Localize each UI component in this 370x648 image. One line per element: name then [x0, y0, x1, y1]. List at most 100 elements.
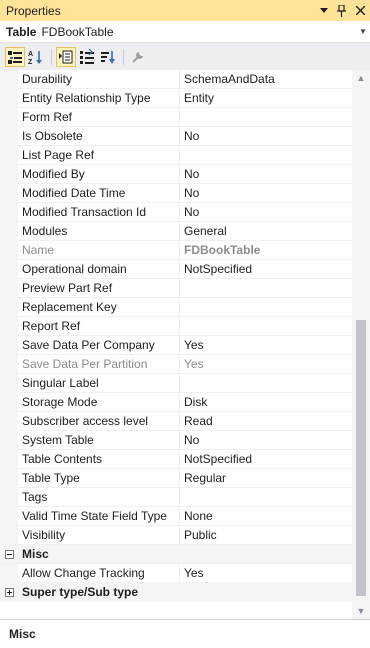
property-row[interactable]: Replacement Key [0, 297, 352, 317]
property-value[interactable] [180, 279, 352, 298]
property-pages-icon[interactable] [128, 47, 148, 67]
property-value[interactable]: Public [180, 526, 352, 545]
scroll-down-arrow-icon[interactable]: ▼ [352, 603, 370, 619]
row-margin [0, 183, 18, 203]
property-row[interactable]: Singular Label [0, 373, 352, 393]
property-value[interactable]: Yes [180, 336, 352, 355]
property-row[interactable]: Save Data Per Partition Yes [0, 354, 352, 374]
property-value[interactable]: Yes [180, 355, 352, 374]
property-value[interactable]: Regular [180, 469, 352, 488]
property-row[interactable]: Operational domain NotSpecified [0, 259, 352, 279]
property-row[interactable]: Entity Relationship Type Entity [0, 88, 352, 108]
row-margin [0, 240, 18, 260]
property-value[interactable] [180, 146, 352, 165]
property-value[interactable]: General [180, 222, 352, 241]
property-value[interactable]: Read [180, 412, 352, 431]
property-row[interactable]: Storage Mode Disk [0, 392, 352, 412]
categorized-icon[interactable] [5, 46, 25, 67]
property-name: Durability [18, 70, 180, 89]
sort-icon[interactable] [98, 47, 118, 67]
property-row[interactable]: Modules General [0, 221, 352, 241]
property-value[interactable]: No [180, 165, 352, 184]
property-value[interactable]: No [180, 431, 352, 450]
property-name: Is Obsolete [18, 126, 180, 146]
property-rows: Durability SchemaAndData Entity Relationsh… [0, 70, 352, 545]
property-value[interactable]: Yes [180, 564, 352, 583]
property-value[interactable] [180, 488, 352, 507]
chevron-down-icon[interactable]: ▼ [356, 27, 370, 36]
property-row[interactable]: Modified Transaction Id No [0, 202, 352, 222]
row-margin [0, 70, 18, 89]
row-margin [0, 563, 18, 583]
category-misc[interactable]: Misc [0, 545, 352, 564]
row-margin [0, 126, 18, 146]
property-row[interactable]: Subscriber access level Read [0, 411, 352, 431]
object-selector[interactable]: Table FDBookTable ▼ [0, 21, 370, 43]
property-row[interactable]: Allow Change Tracking Yes [0, 563, 352, 583]
property-value[interactable] [180, 317, 352, 336]
scroll-up-arrow-icon[interactable]: ▲ [352, 70, 370, 86]
property-row[interactable]: Report Ref [0, 316, 352, 336]
property-name: Preview Part Ref [18, 278, 180, 298]
property-value[interactable]: NotSpecified [180, 450, 352, 469]
row-margin [0, 525, 18, 545]
property-value[interactable]: NotSpecified [180, 260, 352, 279]
expand-icon[interactable] [0, 587, 18, 597]
properties-icon[interactable] [56, 46, 76, 67]
property-value[interactable]: No [180, 127, 352, 146]
property-row[interactable]: Table Contents NotSpecified [0, 449, 352, 469]
row-margin [0, 449, 18, 469]
property-row[interactable]: Tags [0, 487, 352, 507]
row-margin [0, 221, 18, 241]
property-row[interactable]: Preview Part Ref [0, 278, 352, 298]
svg-text:A: A [28, 51, 33, 58]
property-row[interactable]: Modified Date Time No [0, 183, 352, 203]
property-name: Storage Mode [18, 392, 180, 412]
alphabetical-icon[interactable]: A Z [26, 47, 46, 67]
property-name: List Page Ref [18, 145, 180, 165]
property-value[interactable]: No [180, 184, 352, 203]
property-name: Operational domain [18, 259, 180, 279]
property-name: Modified Date Time [18, 183, 180, 203]
row-margin [0, 107, 18, 127]
property-value[interactable]: None [180, 507, 352, 526]
property-grid: Durability SchemaAndData Entity Relationsh… [0, 70, 352, 619]
property-name: Report Ref [18, 316, 180, 336]
property-name: Singular Label [18, 373, 180, 393]
scrollbar-thumb[interactable] [356, 320, 366, 596]
property-value[interactable]: FDBookTable [180, 241, 352, 260]
pin-icon[interactable] [334, 3, 350, 19]
row-margin [0, 373, 18, 393]
window-position-dropdown-icon[interactable] [316, 3, 332, 19]
property-row[interactable]: System Table No [0, 430, 352, 450]
property-row[interactable]: Name FDBookTable [0, 240, 352, 260]
object-name: FDBookTable [41, 24, 114, 39]
property-row[interactable]: Save Data Per Company Yes [0, 335, 352, 355]
property-name: Form Ref [18, 107, 180, 127]
property-row[interactable]: Table Type Regular [0, 468, 352, 488]
close-icon[interactable] [352, 3, 368, 19]
property-value[interactable] [180, 108, 352, 127]
property-value[interactable] [180, 374, 352, 393]
property-row[interactable]: List Page Ref [0, 145, 352, 165]
row-margin [0, 411, 18, 431]
property-row[interactable]: Form Ref [0, 107, 352, 127]
property-row[interactable]: Is Obsolete No [0, 126, 352, 146]
property-name: Modified Transaction Id [18, 202, 180, 222]
property-value[interactable] [180, 298, 352, 317]
collapse-icon[interactable] [0, 549, 18, 559]
category-super-type-sub-type[interactable]: Super type/Sub type [0, 583, 352, 602]
property-row[interactable]: Visibility Public [0, 525, 352, 545]
property-row[interactable]: Modified By No [0, 164, 352, 184]
vertical-scrollbar[interactable]: ▲ ▼ [352, 70, 370, 619]
property-value[interactable]: No [180, 203, 352, 222]
property-row[interactable]: Valid Time State Field Type None [0, 506, 352, 526]
row-margin [0, 259, 18, 279]
property-value[interactable]: SchemaAndData [180, 70, 352, 89]
property-value[interactable]: Entity [180, 89, 352, 108]
row-margin [0, 145, 18, 165]
object-type: Table [6, 24, 37, 39]
property-row[interactable]: Durability SchemaAndData [0, 70, 352, 89]
property-value[interactable]: Disk [180, 393, 352, 412]
events-icon[interactable] [77, 47, 97, 67]
